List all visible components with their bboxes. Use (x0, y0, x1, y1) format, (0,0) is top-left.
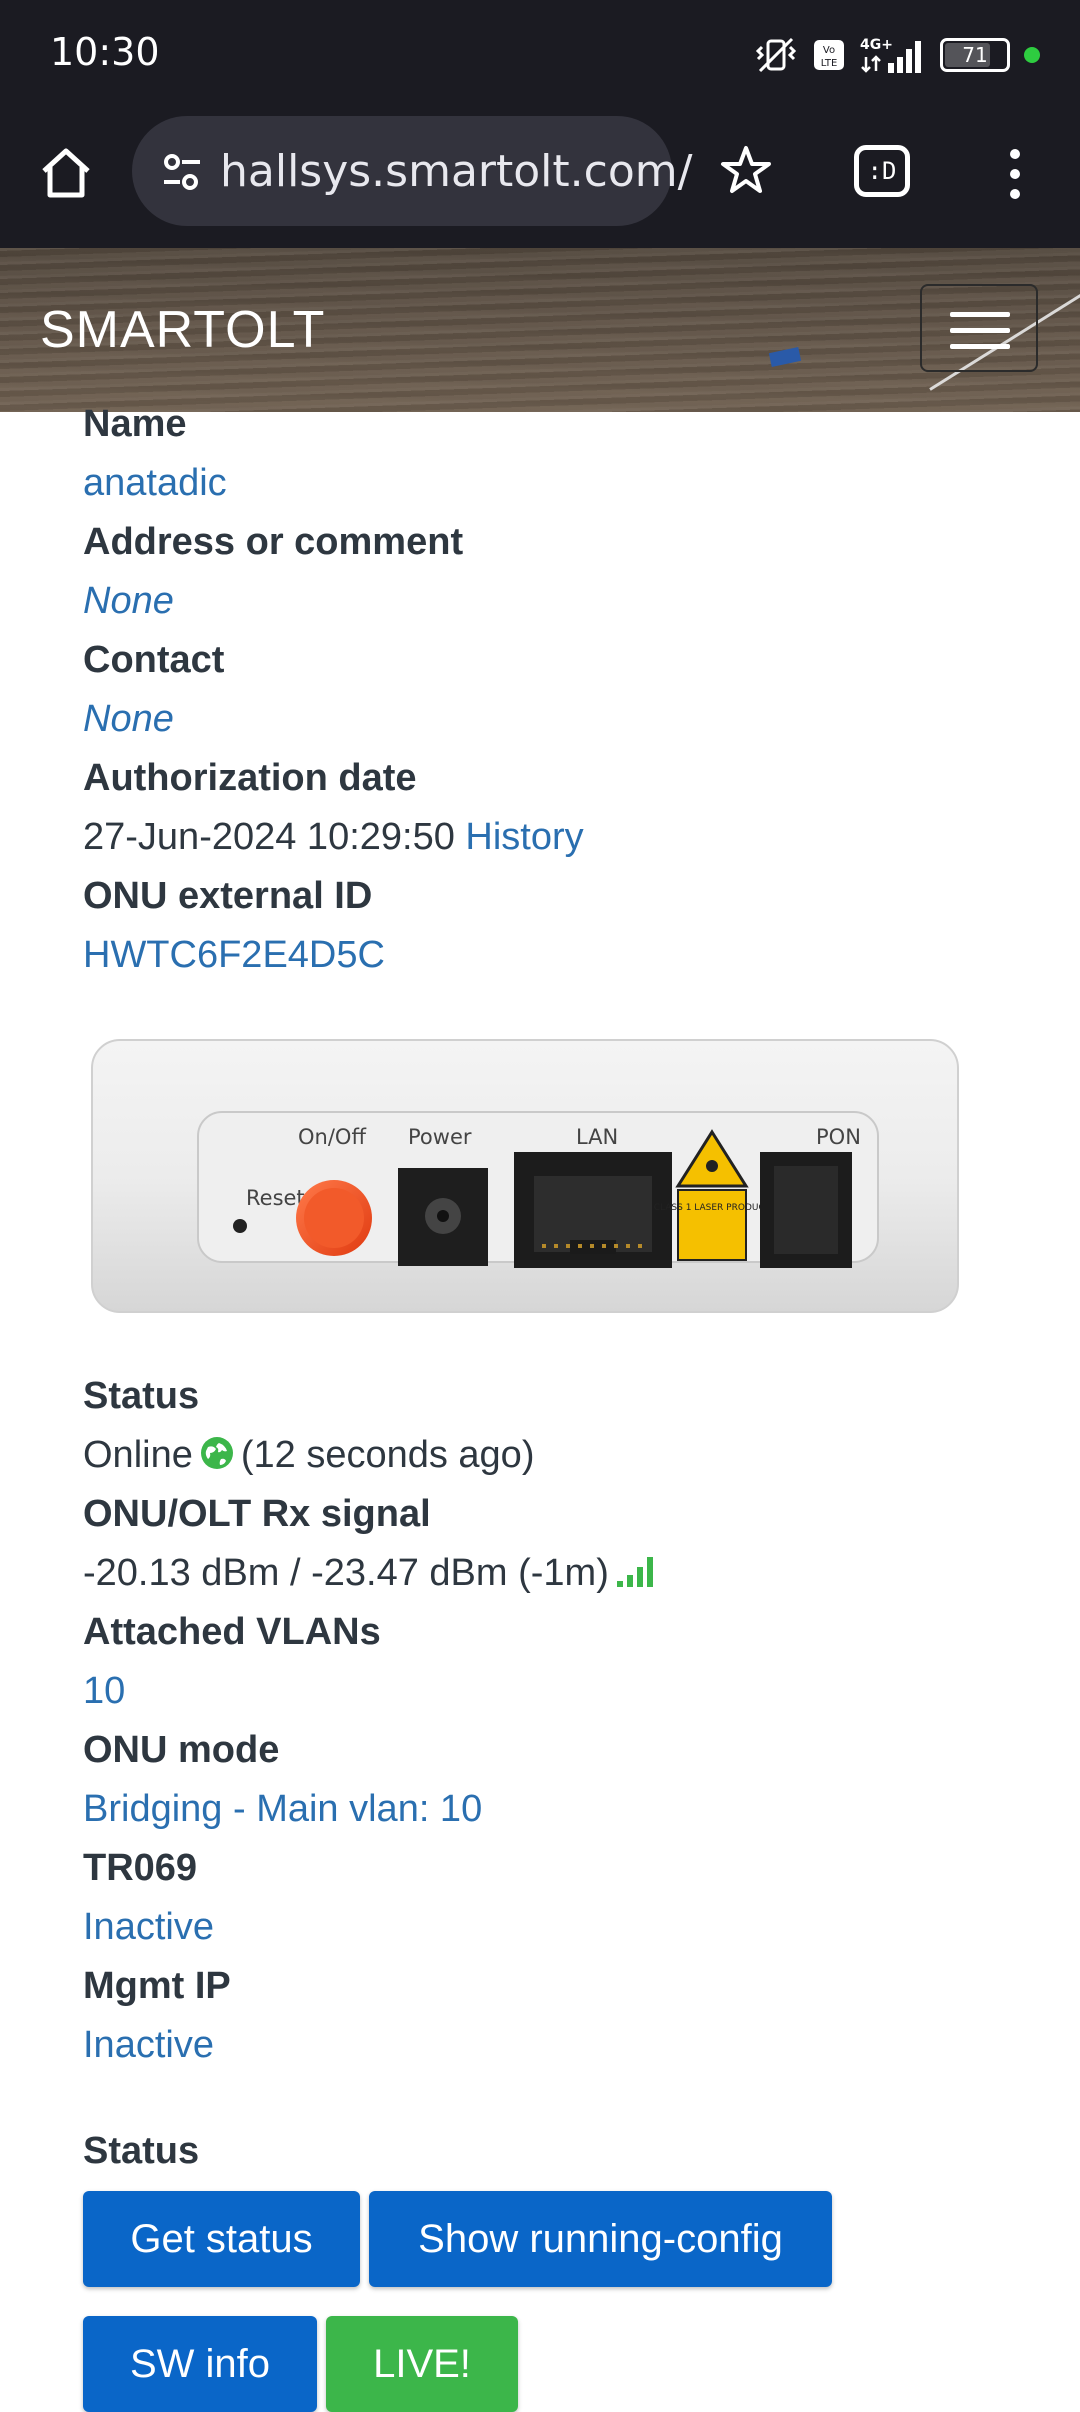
svg-text:4G+: 4G+ (860, 37, 893, 53)
bookmark-button[interactable] (716, 140, 776, 200)
field-label-address: Address or comment (83, 521, 464, 563)
status-value: Online (83, 1434, 193, 1476)
status-last-seen: (12 seconds ago) (240, 1434, 535, 1476)
rx-signal-row: -20.13 dBm / -23.47 dBm (-1m) (83, 1545, 1043, 1604)
site-navbar: SMARTOLT (0, 248, 1080, 412)
menu-toggle-button[interactable] (920, 284, 1038, 372)
browser-toolbar: hallsys.smartolt.com/ :D (0, 110, 1080, 248)
home-icon (42, 148, 90, 198)
svg-text:LAN: LAN (576, 1125, 618, 1149)
address-bar[interactable]: hallsys.smartolt.com/ (132, 116, 692, 226)
field-label-external-id: ONU external ID (83, 875, 373, 917)
contact-value-link[interactable]: None (83, 691, 1043, 750)
battery-icon: 71 (940, 38, 1010, 72)
url-text[interactable]: hallsys.smartolt.com/ (220, 146, 692, 197)
battery-level: 71 (962, 43, 988, 67)
svg-text:On/Off: On/Off (298, 1125, 366, 1149)
svg-text:Reset: Reset (246, 1186, 305, 1210)
tab-switcher-button[interactable]: :D (854, 145, 910, 197)
svg-text:Vo: Vo (823, 45, 835, 56)
home-button[interactable] (36, 143, 96, 203)
status-section-heading: Status (83, 2130, 200, 2172)
online-globe-icon (199, 1431, 235, 1487)
mgmt-ip-link[interactable]: Inactive (83, 2017, 1043, 2076)
history-link[interactable]: History (465, 816, 583, 858)
field-label-authorization-date: Authorization date (83, 757, 417, 799)
clock: 10:30 (50, 30, 160, 74)
rx-signal-value: -20.13 dBm / -23.47 dBm (-1m) (83, 1552, 609, 1594)
svg-text:CLASS 1 LASER PRODUCT: CLASS 1 LASER PRODUCT (654, 1203, 771, 1213)
status-icons: Vo LTE 4G+ 71 (754, 30, 1040, 80)
vibrate-silent-icon (754, 35, 798, 75)
more-vert-icon (1010, 149, 1020, 199)
field-label-contact: Contact (83, 639, 225, 681)
field-label-mgmt-ip: Mgmt IP (83, 1965, 231, 2007)
menu-icon-bar (950, 328, 1010, 333)
onu-device-image: Reset On/Off Power LAN CLASS 1 LASER PRO… (90, 1036, 960, 1316)
menu-icon (950, 312, 1010, 317)
address-value-link[interactable]: None (83, 573, 1043, 632)
attached-vlans-link[interactable]: 10 (83, 1663, 1043, 1722)
star-icon (721, 146, 771, 193)
more-menu-button[interactable] (1000, 144, 1030, 204)
volte-icon: Vo LTE (812, 38, 846, 72)
onu-details: Name anatadic Address or comment None Co… (83, 396, 1043, 986)
external-id-value-link[interactable]: HWTC6F2E4D5C (83, 927, 1043, 986)
onu-mode-link[interactable]: Bridging - Main vlan: 10 (83, 1781, 1043, 1840)
field-label-name: Name (83, 403, 187, 445)
authorization-date-value: 27-Jun-2024 10:29:50 (83, 816, 455, 858)
site-settings-icon[interactable] (160, 150, 204, 194)
field-label-rx-signal: ONU/OLT Rx signal (83, 1493, 431, 1535)
field-label-status: Status (83, 1375, 200, 1417)
svg-text:PON: PON (816, 1125, 861, 1149)
field-label-attached-vlans: Attached VLANs (83, 1611, 381, 1653)
show-running-config-button[interactable]: Show running-config (369, 2191, 832, 2287)
field-label-tr069: TR069 (83, 1847, 198, 1889)
name-value-link[interactable]: anatadic (83, 455, 1043, 514)
brand-logo[interactable]: SMARTOLT (40, 300, 325, 360)
svg-text:LTE: LTE (821, 58, 838, 69)
onu-status-details: Status Online (12 seconds ago) ONU/OLT Rx… (83, 1368, 1043, 2076)
status-row: Online (12 seconds ago) (83, 1427, 1043, 1486)
field-label-onu-mode: ONU mode (83, 1729, 280, 1771)
menu-icon-bar (950, 344, 1010, 349)
sw-info-button[interactable]: SW info (83, 2316, 317, 2412)
get-status-button[interactable]: Get status (83, 2191, 360, 2287)
svg-text:Power: Power (408, 1125, 472, 1149)
tr069-link[interactable]: Inactive (83, 1899, 1043, 1958)
authorization-date-row: 27-Jun-2024 10:29:50 History (83, 809, 1043, 868)
signal-strength-icon (615, 1549, 659, 1605)
live-button[interactable]: LIVE! (326, 2316, 518, 2412)
privacy-indicator-dot (1024, 47, 1040, 63)
signal-icon: 4G+ (860, 35, 926, 75)
system-status-bar: 10:30 Vo LTE 4G+ 71 (0, 0, 1080, 110)
